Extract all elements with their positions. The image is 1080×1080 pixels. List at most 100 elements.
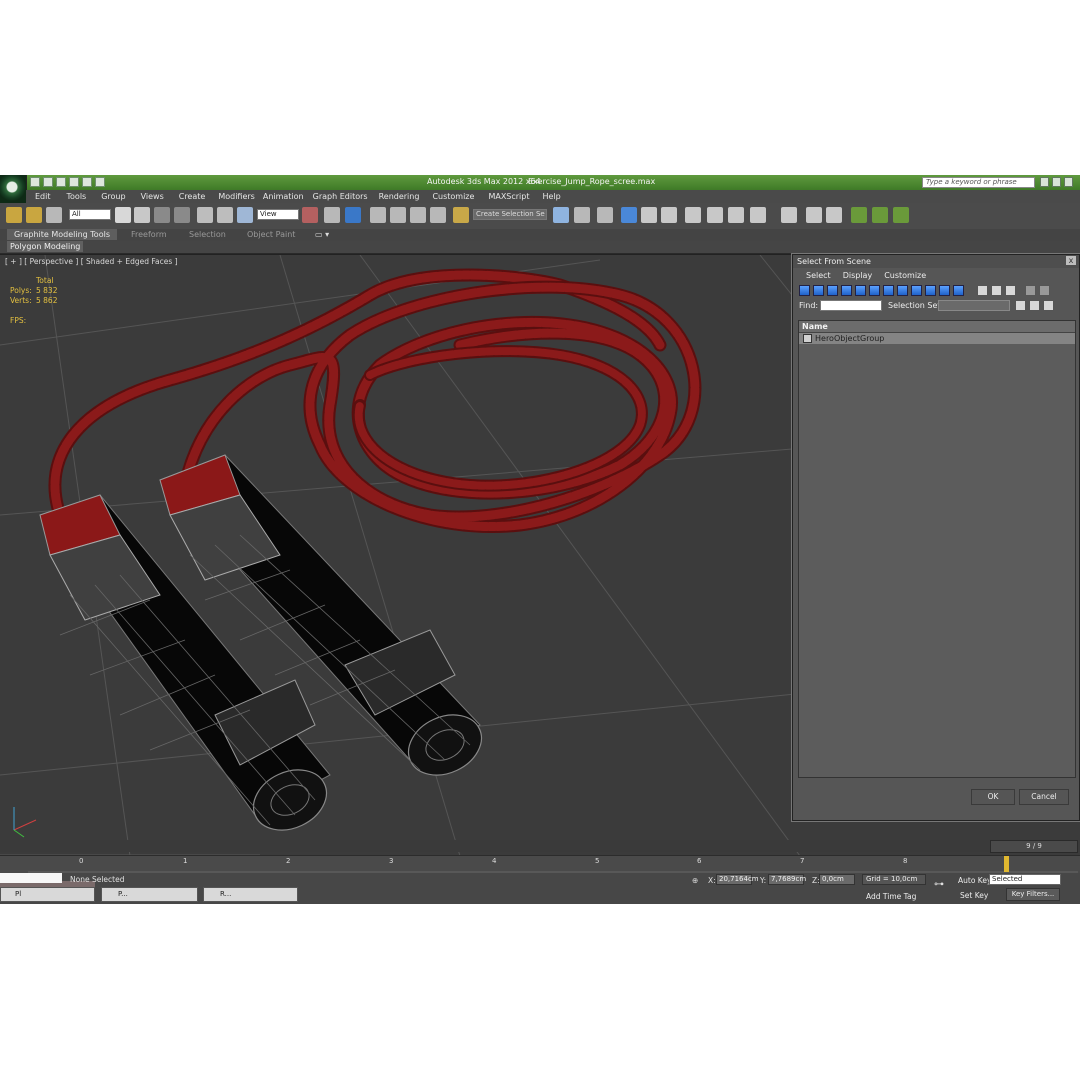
project-folder-icon[interactable] bbox=[95, 177, 105, 187]
list-item[interactable]: HeroObjectGroup bbox=[799, 333, 1075, 344]
unlink-icon[interactable] bbox=[26, 207, 42, 223]
key-filters-button[interactable]: Key Filters... bbox=[1006, 888, 1060, 901]
track-bar[interactable]: 0 1 2 3 4 5 6 7 8 bbox=[0, 855, 1080, 873]
menu-animation[interactable]: Animation bbox=[263, 190, 304, 203]
display-geometry-icon[interactable] bbox=[799, 285, 810, 296]
key-icon[interactable]: ⊶ bbox=[934, 879, 944, 890]
display-containers-icon[interactable] bbox=[925, 285, 936, 296]
menu-views[interactable]: Views bbox=[141, 190, 164, 203]
redo-icon[interactable] bbox=[82, 177, 92, 187]
rectangle-selection-icon[interactable] bbox=[154, 207, 170, 223]
add-time-tag-button[interactable]: Add Time Tag bbox=[866, 892, 916, 901]
menu-maxscript[interactable]: MAXScript bbox=[488, 190, 529, 203]
filter-options-icon[interactable] bbox=[1039, 285, 1050, 296]
polygon-modeling-panel[interactable]: Polygon Modeling bbox=[7, 241, 84, 252]
extra-tool6-icon[interactable] bbox=[893, 207, 909, 223]
y-coordinate-field[interactable]: 7,7689cm bbox=[768, 874, 806, 885]
menu-rendering[interactable]: Rendering bbox=[379, 190, 420, 203]
display-bones-icon[interactable] bbox=[911, 285, 922, 296]
absolute-mode-icon[interactable]: ⊕ bbox=[692, 876, 698, 885]
dialog-menu-select[interactable]: Select bbox=[806, 271, 831, 280]
set-key-button[interactable]: Set Key bbox=[960, 891, 988, 900]
select-dependents-icon[interactable] bbox=[1029, 300, 1040, 311]
align-icon[interactable] bbox=[574, 207, 590, 223]
filter-icon[interactable] bbox=[1025, 285, 1036, 296]
dialog-title-bar[interactable]: Select From Scene x bbox=[793, 255, 1079, 268]
viewport-label[interactable]: [ + ] [ Perspective ] [ Shaded + Edged F… bbox=[5, 257, 178, 266]
x-coordinate-field[interactable]: 20,7164cm bbox=[716, 874, 759, 885]
render-setup-icon[interactable] bbox=[707, 207, 723, 223]
link-icon[interactable] bbox=[6, 207, 22, 223]
ribbon-options-icon[interactable]: ▭ ▾ bbox=[315, 230, 329, 239]
auto-key-button[interactable]: Auto Key bbox=[958, 876, 991, 885]
dialog-menu-display[interactable]: Display bbox=[843, 271, 873, 280]
new-file-icon[interactable] bbox=[30, 177, 40, 187]
frame-counter[interactable]: 9 / 9 bbox=[990, 840, 1078, 853]
display-invert-icon[interactable] bbox=[1005, 285, 1016, 296]
display-frozen-icon[interactable] bbox=[939, 285, 950, 296]
pivot-center-icon[interactable] bbox=[302, 207, 318, 223]
display-spacewarps-icon[interactable] bbox=[869, 285, 880, 296]
time-slider[interactable]: 9 / 9 bbox=[0, 840, 1080, 853]
open-file-icon[interactable] bbox=[43, 177, 53, 187]
minimized-window-3[interactable]: R... bbox=[203, 887, 298, 902]
snaps-toggle-icon[interactable] bbox=[370, 207, 386, 223]
selection-set-dropdown[interactable] bbox=[938, 300, 1010, 311]
layer-manager-icon[interactable] bbox=[597, 207, 613, 223]
z-coordinate-field[interactable]: 0,0cm bbox=[819, 874, 855, 885]
graphite-toggle-icon[interactable] bbox=[621, 207, 637, 223]
extra-tool2-icon[interactable] bbox=[806, 207, 822, 223]
extra-tool5-icon[interactable] bbox=[872, 207, 888, 223]
dialog-menu-customize[interactable]: Customize bbox=[884, 271, 926, 280]
minimized-window-1[interactable]: Pl bbox=[0, 887, 95, 902]
select-object-icon[interactable] bbox=[115, 207, 131, 223]
bind-spacewarp-icon[interactable] bbox=[46, 207, 62, 223]
menu-graph-editors[interactable]: Graph Editors bbox=[313, 190, 368, 203]
menu-customize[interactable]: Customize bbox=[432, 190, 474, 203]
keyboard-shortcut-icon[interactable] bbox=[345, 207, 361, 223]
key-mode-dropdown[interactable]: Selected bbox=[989, 874, 1061, 885]
move-icon[interactable] bbox=[197, 207, 213, 223]
display-helpers-icon[interactable] bbox=[855, 285, 866, 296]
curve-editor-icon[interactable] bbox=[641, 207, 657, 223]
save-file-icon[interactable] bbox=[56, 177, 66, 187]
angle-snap-icon[interactable] bbox=[390, 207, 406, 223]
menu-group[interactable]: Group bbox=[101, 190, 125, 203]
display-cameras-icon[interactable] bbox=[841, 285, 852, 296]
column-header-name[interactable]: Name bbox=[799, 321, 1075, 333]
window-crossing-icon[interactable] bbox=[174, 207, 190, 223]
mirror-icon[interactable] bbox=[553, 207, 569, 223]
close-icon[interactable]: x bbox=[1066, 256, 1076, 265]
select-manipulate-icon[interactable] bbox=[324, 207, 340, 223]
selection-filter-dropdown[interactable]: All bbox=[69, 209, 111, 220]
find-input[interactable] bbox=[820, 300, 882, 311]
minimized-window-2[interactable]: P... bbox=[101, 887, 198, 902]
tab-graphite-modeling-tools[interactable]: Graphite Modeling Tools bbox=[7, 229, 117, 240]
display-shapes-icon[interactable] bbox=[813, 285, 824, 296]
cancel-button[interactable]: Cancel bbox=[1019, 789, 1069, 805]
schematic-view-icon[interactable] bbox=[661, 207, 677, 223]
display-xrefs-icon[interactable] bbox=[897, 285, 908, 296]
time-marker[interactable] bbox=[1004, 856, 1009, 872]
search-input[interactable]: Type a keyword or phrase bbox=[922, 177, 1035, 188]
menu-edit[interactable]: Edit bbox=[35, 190, 51, 203]
extra-tool4-icon[interactable] bbox=[851, 207, 867, 223]
menu-tools[interactable]: Tools bbox=[67, 190, 87, 203]
rendered-frame-icon[interactable] bbox=[728, 207, 744, 223]
display-all-icon[interactable] bbox=[977, 285, 988, 296]
named-selection-set-dropdown[interactable]: Create Selection Se bbox=[473, 209, 547, 220]
display-lights-icon[interactable] bbox=[827, 285, 838, 296]
edit-named-selection-icon[interactable] bbox=[453, 207, 469, 223]
extra-tool3-icon[interactable] bbox=[826, 207, 842, 223]
tab-selection[interactable]: Selection bbox=[189, 230, 226, 239]
menu-create[interactable]: Create bbox=[179, 190, 206, 203]
tab-object-paint[interactable]: Object Paint bbox=[247, 230, 295, 239]
app-logo[interactable] bbox=[0, 175, 27, 203]
spinner-snap-icon[interactable] bbox=[430, 207, 446, 223]
binoculars-icon[interactable] bbox=[1040, 177, 1049, 187]
percent-snap-icon[interactable] bbox=[410, 207, 426, 223]
ok-button[interactable]: OK bbox=[971, 789, 1015, 805]
display-hidden-icon[interactable] bbox=[953, 285, 964, 296]
menu-modifiers[interactable]: Modifiers bbox=[218, 190, 255, 203]
menu-help[interactable]: Help bbox=[543, 190, 561, 203]
